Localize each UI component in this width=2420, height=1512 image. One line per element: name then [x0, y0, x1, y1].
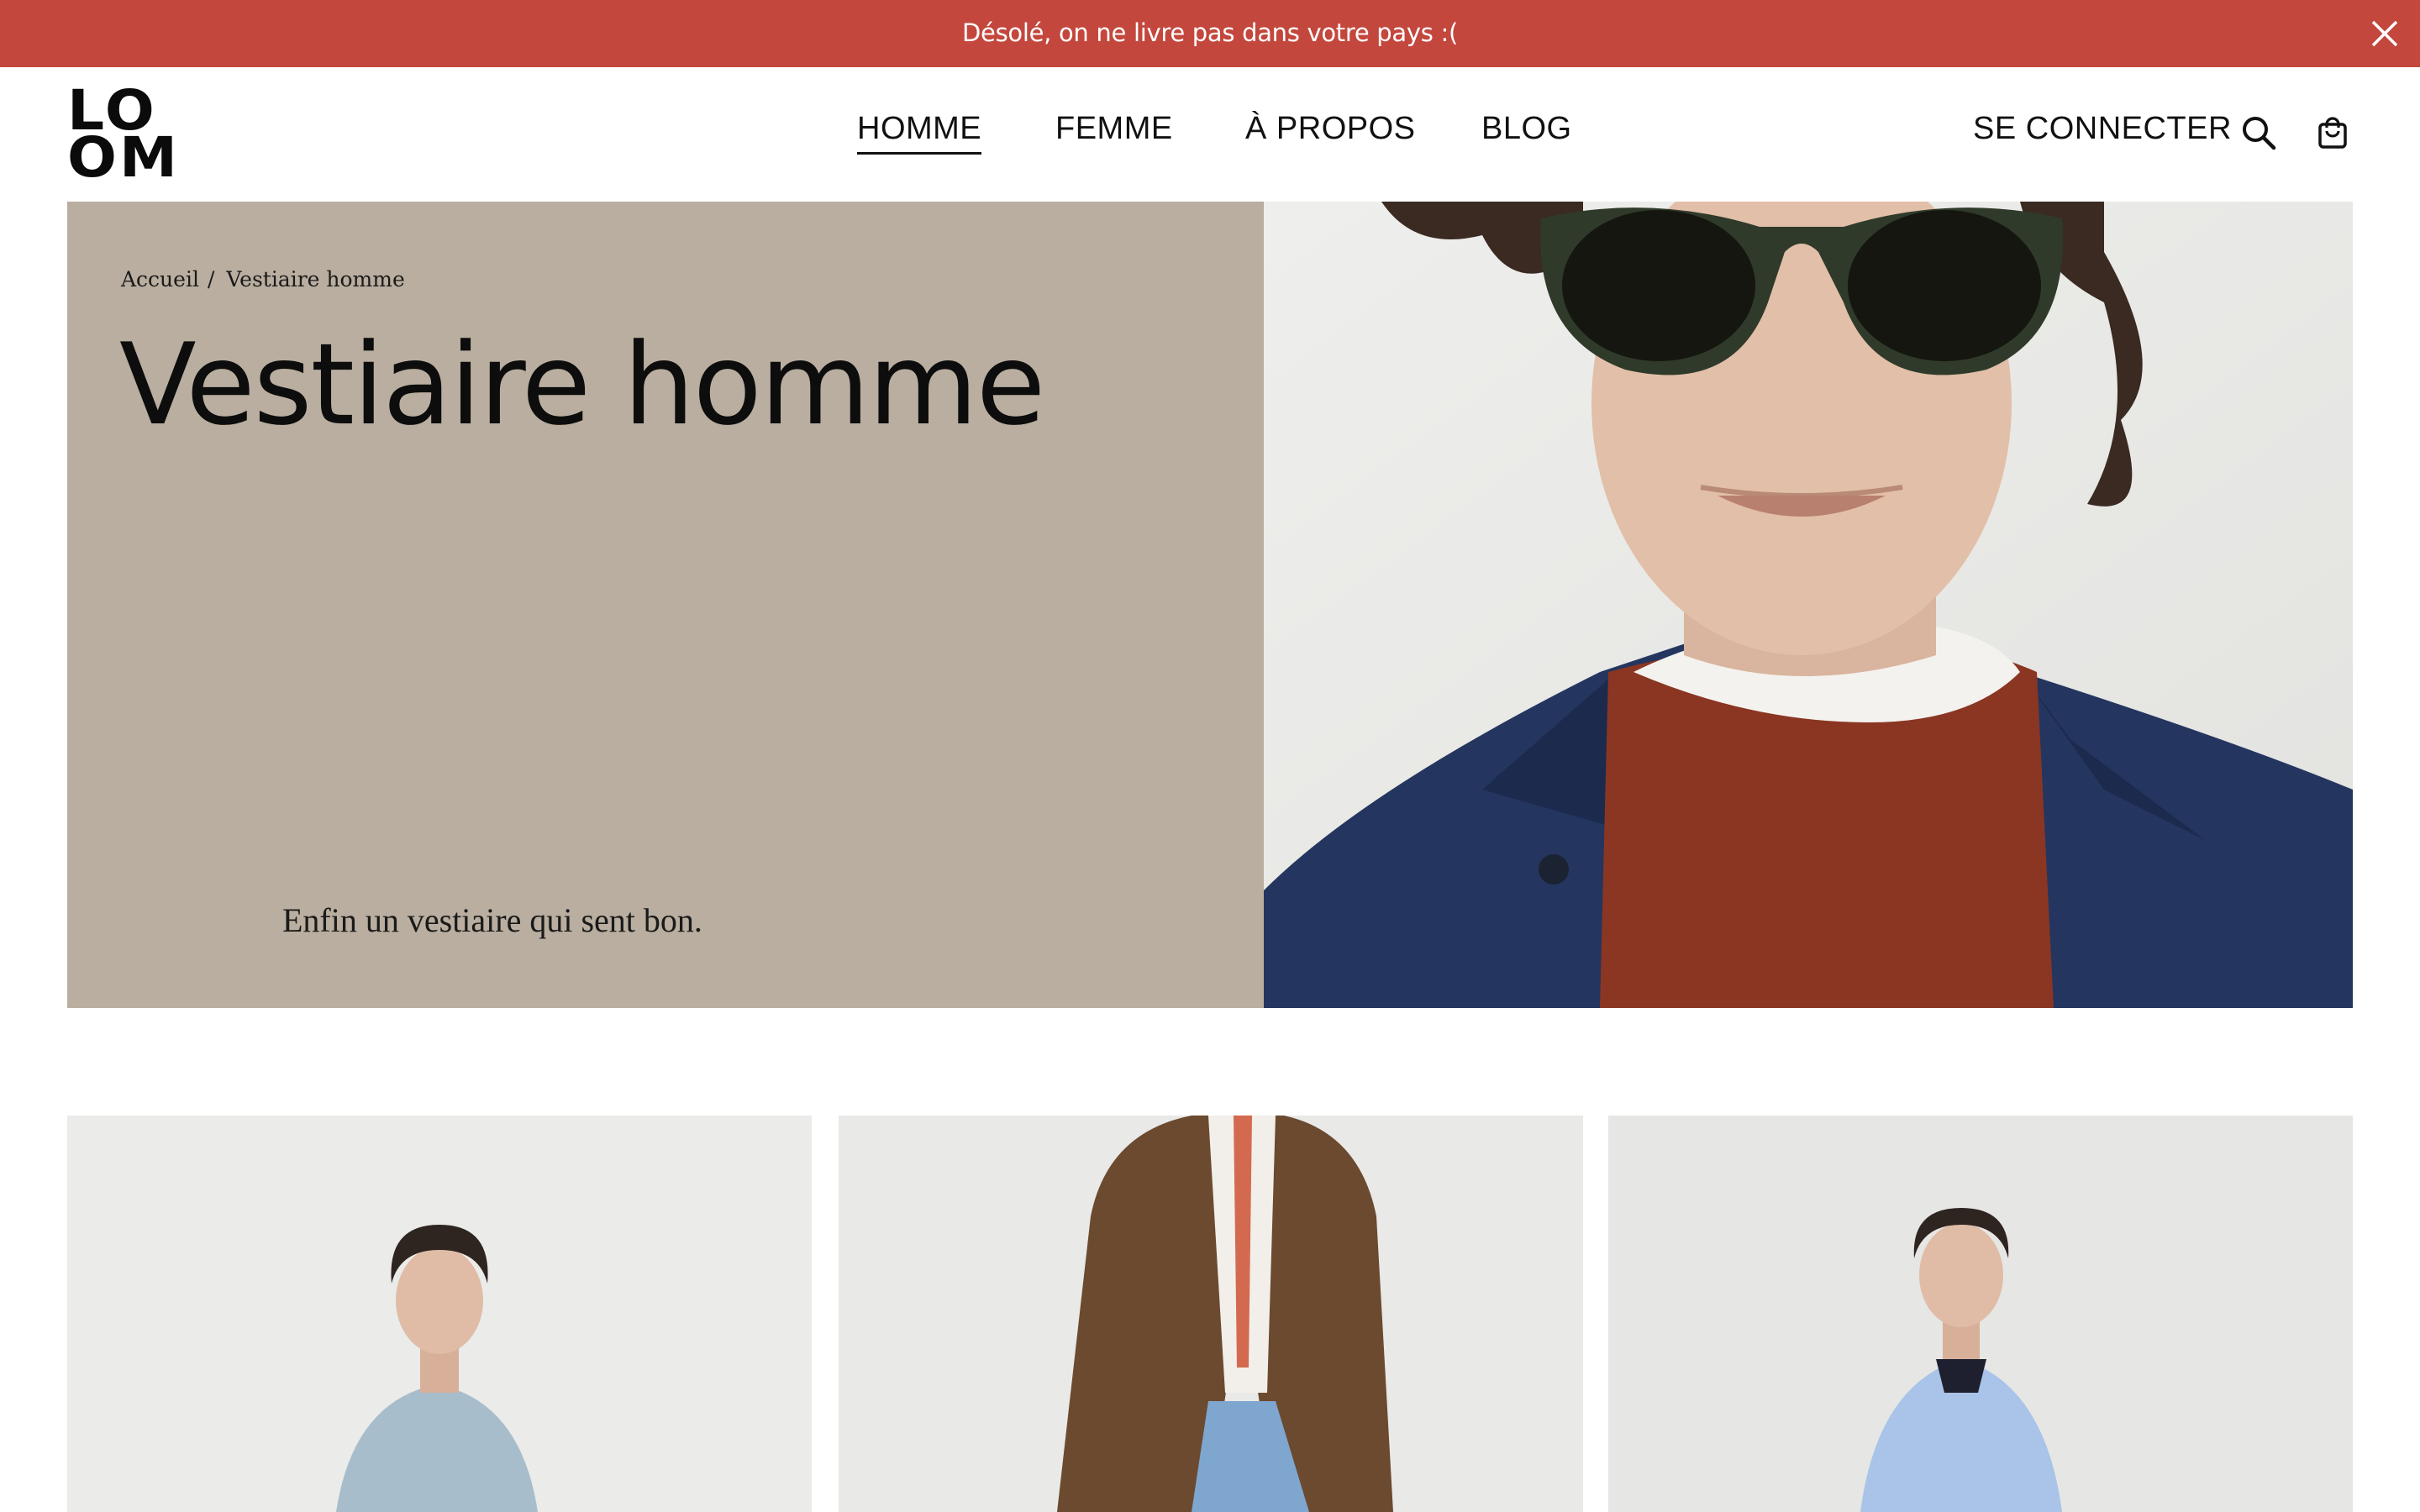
breadcrumb-current: Vestiaire homme	[226, 267, 405, 291]
announcement-banner: Désolé, on ne livre pas dans votre pays …	[0, 0, 2420, 67]
product-card[interactable]	[1608, 1116, 2353, 1512]
login-link[interactable]: SE CONNECTER	[1973, 111, 2232, 147]
hero-tagline: Enfin un vestiaire qui sent bon.	[282, 901, 702, 939]
nav-item-a-propos[interactable]: À PROPOS	[1245, 111, 1416, 147]
close-icon[interactable]	[2368, 17, 2402, 50]
nav-item-blog[interactable]: BLOG	[1481, 111, 1572, 147]
logo[interactable]: LO OM	[67, 83, 177, 186]
banner-message: Désolé, on ne livre pas dans votre pays …	[962, 18, 1458, 47]
product-card[interactable]	[839, 1116, 1583, 1512]
nav-item-femme[interactable]: FEMME	[1055, 111, 1173, 147]
product-card[interactable]	[67, 1116, 812, 1512]
breadcrumb-home[interactable]: Accueil	[121, 267, 199, 291]
page-title: Vestiaire homme	[119, 319, 1045, 450]
hero-panel: Accueil / Vestiaire homme Vestiaire homme …	[67, 202, 1264, 1008]
breadcrumb: Accueil / Vestiaire homme	[121, 267, 405, 291]
hero-image	[1264, 202, 2353, 1008]
search-icon[interactable]	[2240, 114, 2277, 151]
nav-item-homme[interactable]: HOMME	[857, 111, 982, 155]
breadcrumb-separator: /	[207, 267, 215, 291]
site-header: LO OM HOMME FEMME À PROPOS BLOG SE CONNE…	[0, 67, 2420, 202]
shopping-bag-icon[interactable]	[2314, 114, 2351, 151]
